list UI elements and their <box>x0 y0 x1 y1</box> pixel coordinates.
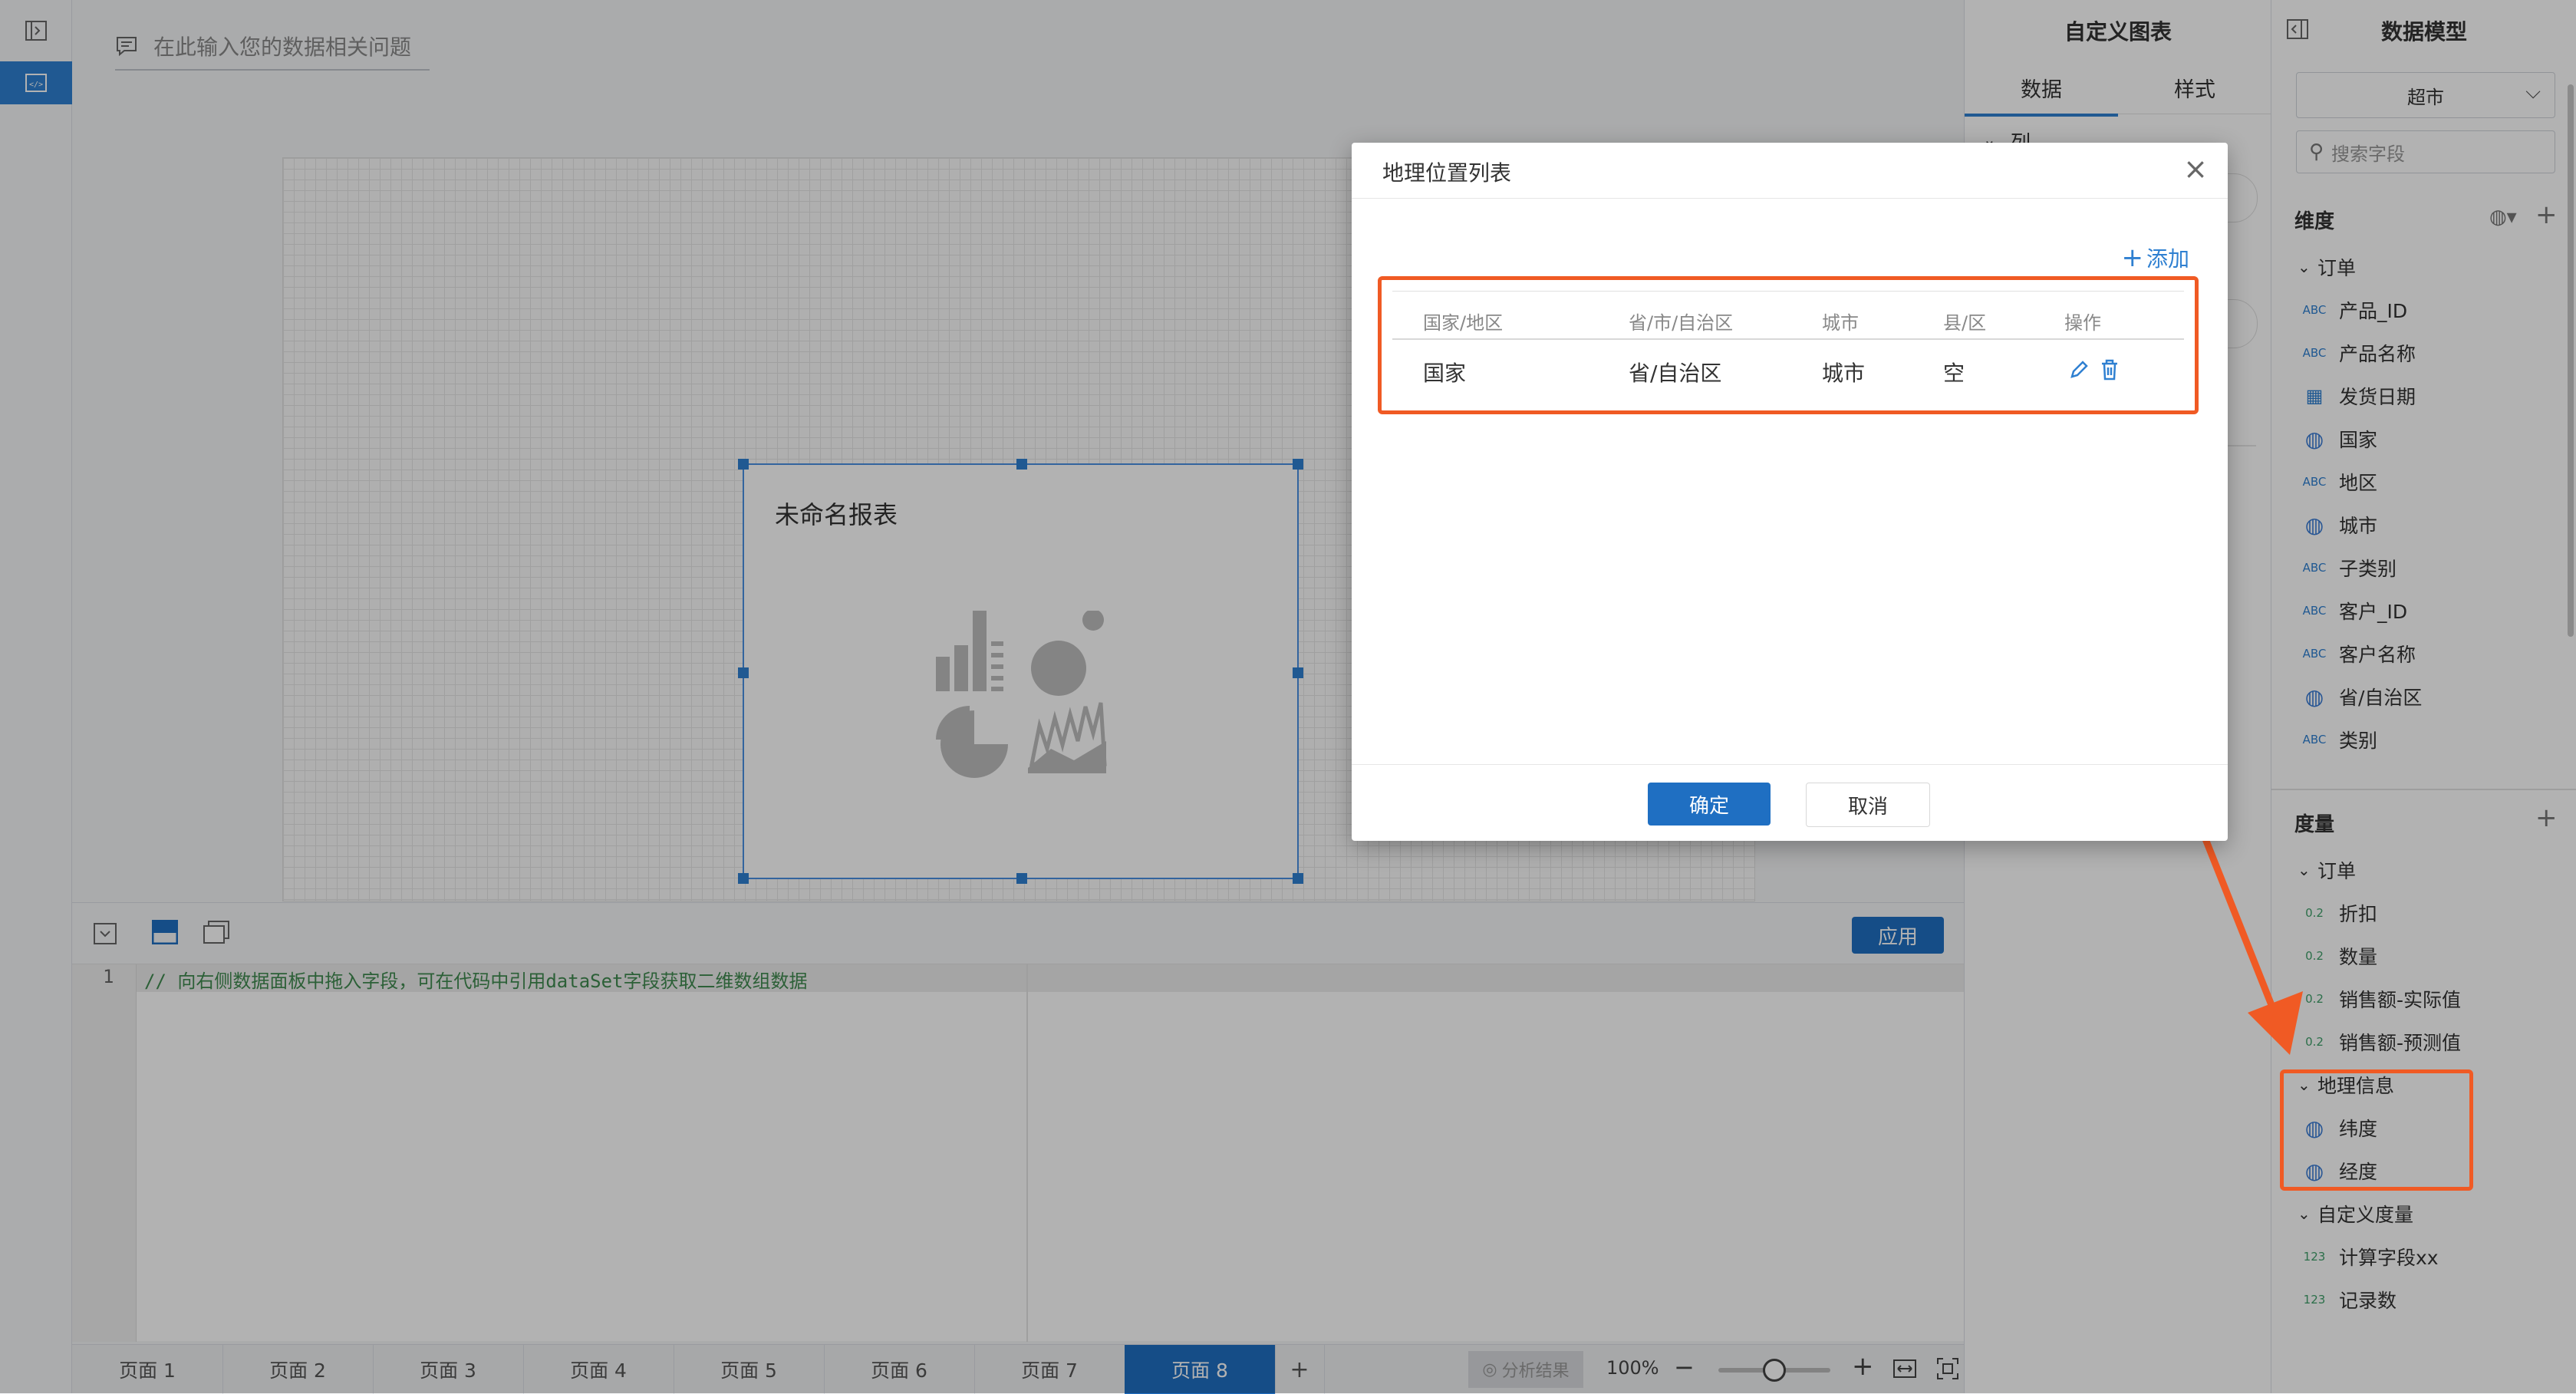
table-header-cell: 国家/地区 <box>1423 312 1504 334</box>
geo-location-dialog: 地理位置列表 × + 添加 国家/地区 省/市/自治区 城市 县/区 操作 国家 省/自治… <box>1352 143 2228 841</box>
location-table: 国家/地区 省/市/自治区 城市 县/区 操作 国家 省/自治区 城市空 <box>1378 276 2199 414</box>
table-cell: 省/自治区 <box>1629 361 1722 386</box>
confirm-button[interactable]: 确定 <box>1648 783 1771 826</box>
dialog-header-divider <box>1352 198 2228 199</box>
table-top-rule <box>1392 291 2184 292</box>
table-header-cell: 省/市/自治区 <box>1629 312 1734 334</box>
dialog-footer-divider <box>1352 764 2228 765</box>
edit-icon[interactable] <box>2069 360 2089 383</box>
delete-icon[interactable] <box>2100 358 2120 384</box>
geo-fields-highlight <box>2280 1069 2473 1191</box>
add-location-label: 添加 <box>2146 246 2189 272</box>
table-cell: 空 <box>1943 361 1965 386</box>
plus-icon: + <box>2121 242 2143 273</box>
table-header-rule <box>1392 338 2184 340</box>
add-location-button[interactable]: + 添加 <box>2121 242 2189 273</box>
table-cell: 国家 <box>1423 361 1467 386</box>
dialog-title: 地理位置列表 <box>1382 160 1512 186</box>
table-header-cell: 操作 <box>2064 312 2101 334</box>
table-header-cell: 县/区 <box>1943 312 1987 334</box>
close-icon[interactable]: × <box>2183 152 2208 186</box>
table-header-cell: 城市 <box>1822 312 1859 334</box>
cancel-button[interactable]: 取消 <box>1806 783 1930 827</box>
table-row: 国家 省/自治区 城市 空 <box>1382 357 2195 395</box>
table-cell: 城市 <box>1822 361 1866 386</box>
